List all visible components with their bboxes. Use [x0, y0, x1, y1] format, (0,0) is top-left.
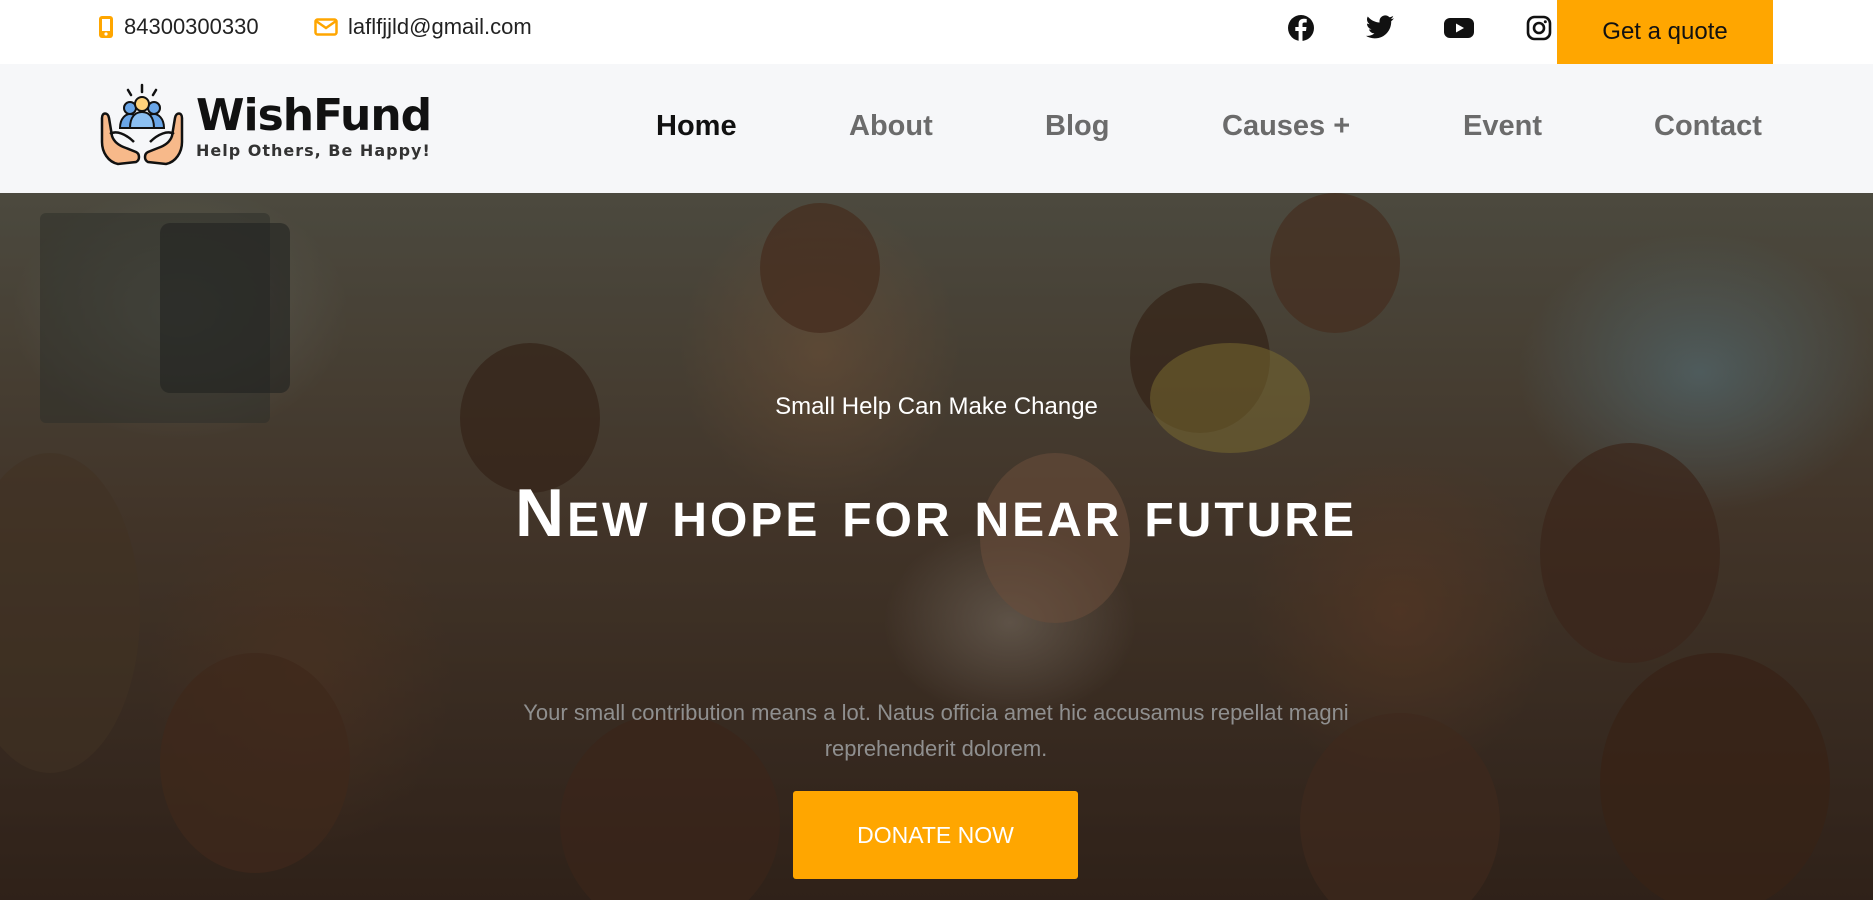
- get-quote-button[interactable]: Get a quote: [1557, 0, 1773, 64]
- logo-name: WishFund: [196, 89, 432, 141]
- twitter-link[interactable]: [1364, 12, 1396, 44]
- main-navbar: WishFund Help Others, Be Happy! Home Abo…: [0, 64, 1873, 193]
- nav-about[interactable]: About: [849, 110, 933, 143]
- top-bar: 84300300330 laflfjjld@gmail.com Get a qu…: [0, 0, 1873, 64]
- twitter-icon: [1365, 15, 1394, 39]
- facebook-icon: [1288, 15, 1314, 41]
- nav-home[interactable]: Home: [656, 110, 737, 143]
- instagram-icon: [1526, 15, 1552, 41]
- email-contact[interactable]: laflfjjld@gmail.com: [314, 14, 532, 40]
- phone-number: 84300300330: [124, 14, 259, 39]
- nav-blog[interactable]: Blog: [1045, 110, 1109, 143]
- nav-causes[interactable]: Causes +: [1222, 110, 1350, 143]
- donate-now-button[interactable]: DONATE NOW: [793, 791, 1078, 879]
- email-address: laflfjjld@gmail.com: [348, 14, 532, 39]
- logo-tagline: Help Others, Be Happy!: [196, 140, 431, 160]
- hero-section: Small Help Can Make Change New hope for …: [0, 193, 1873, 900]
- logo-text: WishFund Help Others, Be Happy!: [196, 89, 432, 160]
- hero-title: New hope for near future: [514, 475, 1357, 551]
- charity-hands-logo-icon: [100, 83, 184, 166]
- youtube-icon: [1444, 18, 1474, 38]
- nav-event[interactable]: Event: [1463, 110, 1542, 143]
- envelope-icon: [314, 18, 338, 36]
- logo[interactable]: WishFund Help Others, Be Happy!: [98, 82, 432, 170]
- nav-contact[interactable]: Contact: [1654, 110, 1762, 143]
- phone-icon: [99, 16, 113, 38]
- hero-description: Your small contribution means a lot. Nat…: [523, 700, 1349, 761]
- facebook-link[interactable]: [1285, 12, 1317, 44]
- phone-contact[interactable]: 84300300330: [98, 14, 259, 40]
- youtube-link[interactable]: [1443, 12, 1475, 44]
- hero-subtitle: Small Help Can Make Change: [775, 393, 1098, 420]
- instagram-link[interactable]: [1523, 12, 1555, 44]
